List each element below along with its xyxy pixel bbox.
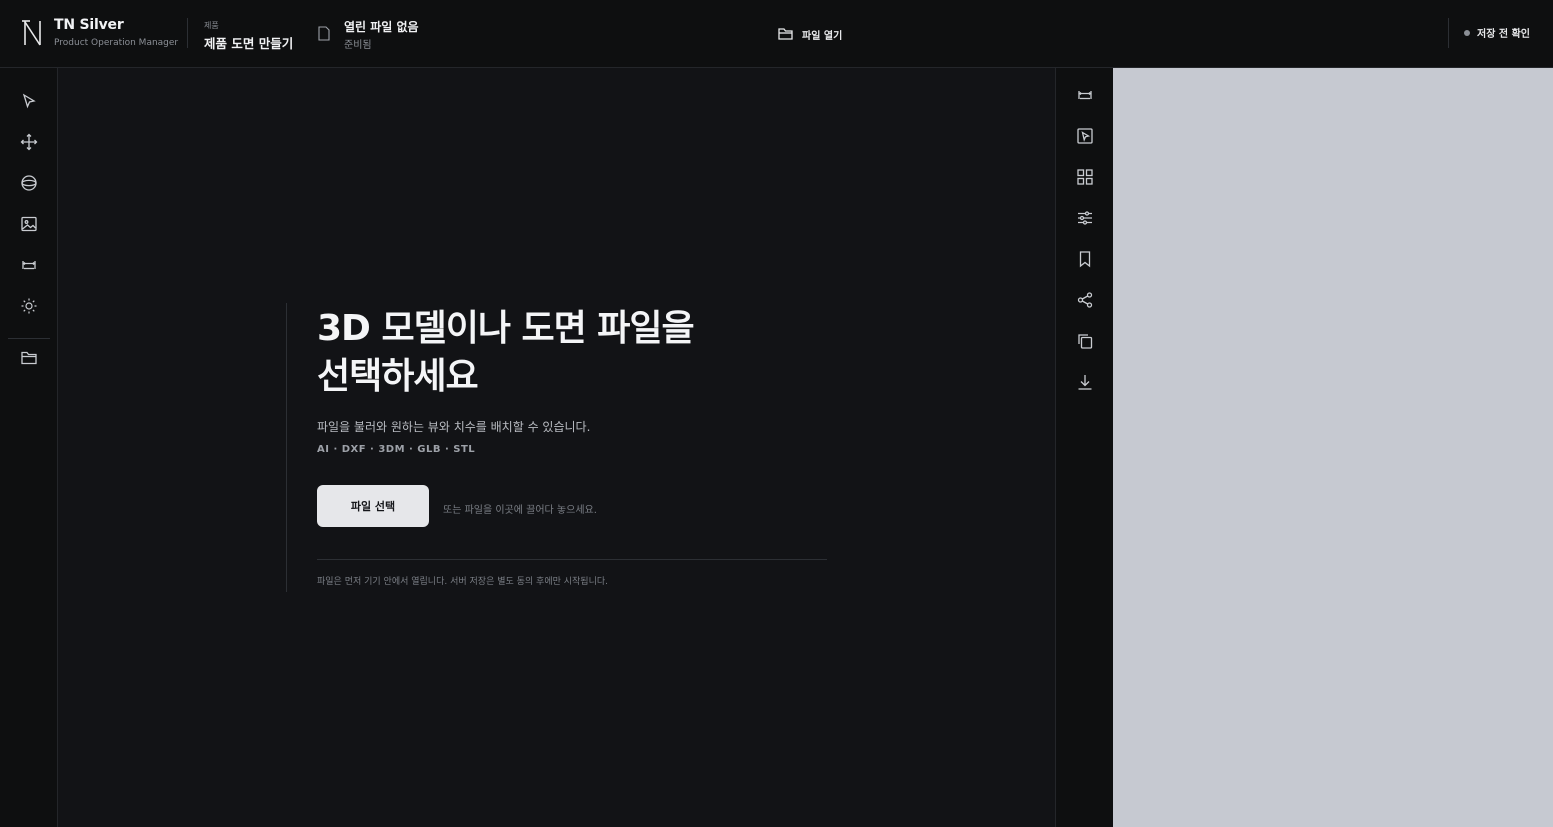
image-icon: [21, 216, 37, 232]
header-divider: [187, 18, 188, 48]
rtool-view-select[interactable]: [1074, 125, 1096, 147]
breadcrumb-title[interactable]: 제품 도면 만들기: [204, 33, 293, 52]
canvas-area[interactable]: 3D 모델이나 도면 파일을 선택하세요 파일을 불러와 원하는 뷰와 치수를 …: [58, 68, 1055, 827]
drop-hint: 또는 파일을 이곳에 끌어다 놓으세요.: [443, 505, 597, 516]
select-file-button[interactable]: 파일 선택: [317, 485, 429, 527]
select-icon: [22, 93, 36, 109]
right-toolbar: [1055, 68, 1113, 827]
supported-formats: AI · DXF · 3DM · GLB · STL: [317, 444, 476, 455]
rtool-download[interactable]: [1074, 371, 1096, 393]
left-toolbar: [0, 68, 58, 827]
rtool-sliders[interactable]: [1074, 207, 1096, 229]
hero-title: 3D 모델이나 도면 파일을 선택하세요: [317, 305, 797, 401]
breadcrumb-label: 제품: [204, 21, 219, 30]
empty-state-panel: 3D 모델이나 도면 파일을 선택하세요 파일을 불러와 원하는 뷰와 치수를 …: [286, 303, 827, 592]
privacy-footnote: 파일은 먼저 기기 안에서 열립니다. 서버 저장은 별도 동의 후에만 시작됩…: [317, 577, 609, 587]
dimension-icon: [1078, 91, 1092, 100]
tool-light[interactable]: [18, 295, 40, 317]
tool-folder[interactable]: [18, 347, 40, 369]
rtool-dimension[interactable]: [1074, 84, 1096, 106]
file-status: 준비됨: [344, 40, 372, 51]
folder-icon: [21, 351, 37, 365]
hero-title-line1: 3D 모델이나 도면 파일을: [317, 308, 695, 349]
light-icon: [21, 298, 37, 314]
save-check-label: 저장 전 확인: [1477, 29, 1530, 40]
rtool-grid[interactable]: [1074, 166, 1096, 188]
hero-description: 파일을 불러와 원하는 뷰와 치수를 배치할 수 있습니다.: [317, 420, 591, 434]
save-check-button[interactable]: 저장 전 확인: [1464, 25, 1530, 40]
file-icon: [318, 26, 330, 41]
file-title: 열린 파일 없음: [344, 20, 419, 34]
top-bar: TN Silver Product Operation Manager 제품 제…: [0, 0, 1553, 68]
grid-icon: [1077, 169, 1093, 185]
bookmark-icon: [1079, 251, 1091, 268]
tool-image[interactable]: [18, 213, 40, 235]
brand-subtitle: Product Operation Manager: [54, 38, 179, 48]
hero-title-line2: 선택하세요: [317, 356, 479, 397]
rtool-bookmark[interactable]: [1074, 248, 1096, 270]
rtool-share[interactable]: [1074, 289, 1096, 311]
dimension-icon: [22, 261, 36, 270]
view-select-icon: [1077, 128, 1093, 144]
preview-pane[interactable]: [1113, 68, 1553, 827]
toolbar-divider: [8, 338, 50, 339]
rtool-copy[interactable]: [1074, 330, 1096, 352]
share-icon: [1077, 292, 1093, 308]
status-dot-icon: [1464, 29, 1470, 36]
folder-open-icon: [778, 28, 793, 40]
brand-name: TN Silver: [54, 17, 124, 33]
orbit-icon: [21, 175, 37, 191]
download-icon: [1078, 375, 1092, 390]
panel-divider: [317, 559, 827, 560]
tool-move[interactable]: [18, 131, 40, 153]
header-divider-right: [1448, 18, 1449, 48]
tool-select[interactable]: [18, 90, 40, 112]
open-file-button[interactable]: 파일 열기: [778, 24, 842, 44]
tool-orbit[interactable]: [18, 172, 40, 194]
sliders-icon: [1078, 211, 1092, 225]
brand-logo: [22, 20, 41, 46]
tool-dimension[interactable]: [18, 254, 40, 276]
move-icon: [20, 133, 38, 151]
open-file-label: 파일 열기: [802, 30, 843, 42]
copy-icon: [1078, 334, 1093, 349]
